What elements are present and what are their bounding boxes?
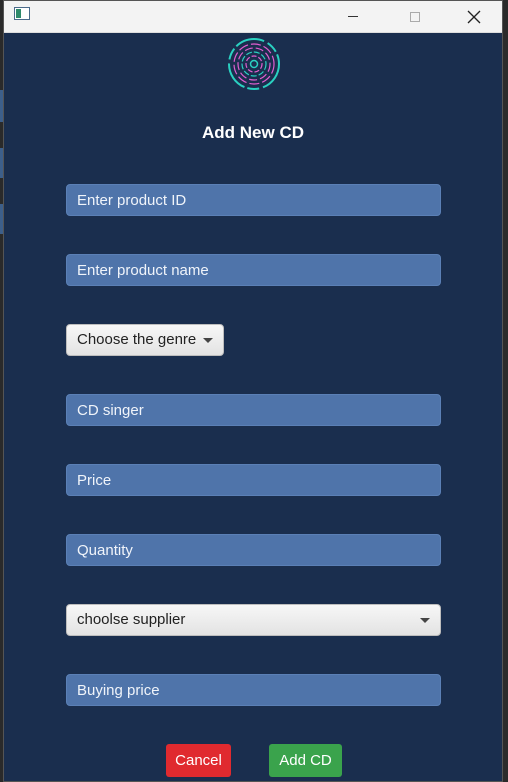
supplier-dropdown[interactable]: choolse supplier bbox=[66, 604, 441, 636]
maximize-button[interactable] bbox=[392, 1, 438, 32]
title-bar bbox=[4, 1, 502, 33]
close-button[interactable] bbox=[451, 1, 497, 32]
dialog-title: Add New CD bbox=[202, 123, 304, 142]
app-icon bbox=[14, 7, 30, 20]
minimize-button[interactable] bbox=[330, 1, 376, 32]
product-id-field[interactable]: Enter product ID bbox=[66, 184, 441, 216]
buying-price-field[interactable]: Buying price bbox=[66, 674, 441, 706]
chevron-down-icon bbox=[203, 338, 213, 343]
add-cd-dialog: Add New CD Enter product ID Enter produc… bbox=[3, 0, 503, 782]
genre-dropdown[interactable]: Choose the genre bbox=[66, 324, 224, 356]
quantity-field[interactable]: Quantity bbox=[66, 534, 441, 566]
close-icon bbox=[467, 10, 481, 23]
cd-singer-field[interactable]: CD singer bbox=[66, 394, 441, 426]
vinyl-disc-icon bbox=[228, 38, 280, 90]
maximize-icon bbox=[410, 11, 420, 22]
genre-dropdown-value: Choose the genre bbox=[77, 331, 197, 348]
chevron-down-icon bbox=[420, 618, 430, 623]
price-field[interactable]: Price bbox=[66, 464, 441, 496]
supplier-dropdown-value: choolse supplier bbox=[77, 611, 186, 628]
background-app-fragment bbox=[503, 30, 508, 782]
add-cd-button[interactable]: Add CD bbox=[269, 744, 342, 777]
cancel-button[interactable]: Cancel bbox=[166, 744, 231, 777]
minimize-icon bbox=[348, 16, 358, 17]
product-name-field[interactable]: Enter product name bbox=[66, 254, 441, 286]
